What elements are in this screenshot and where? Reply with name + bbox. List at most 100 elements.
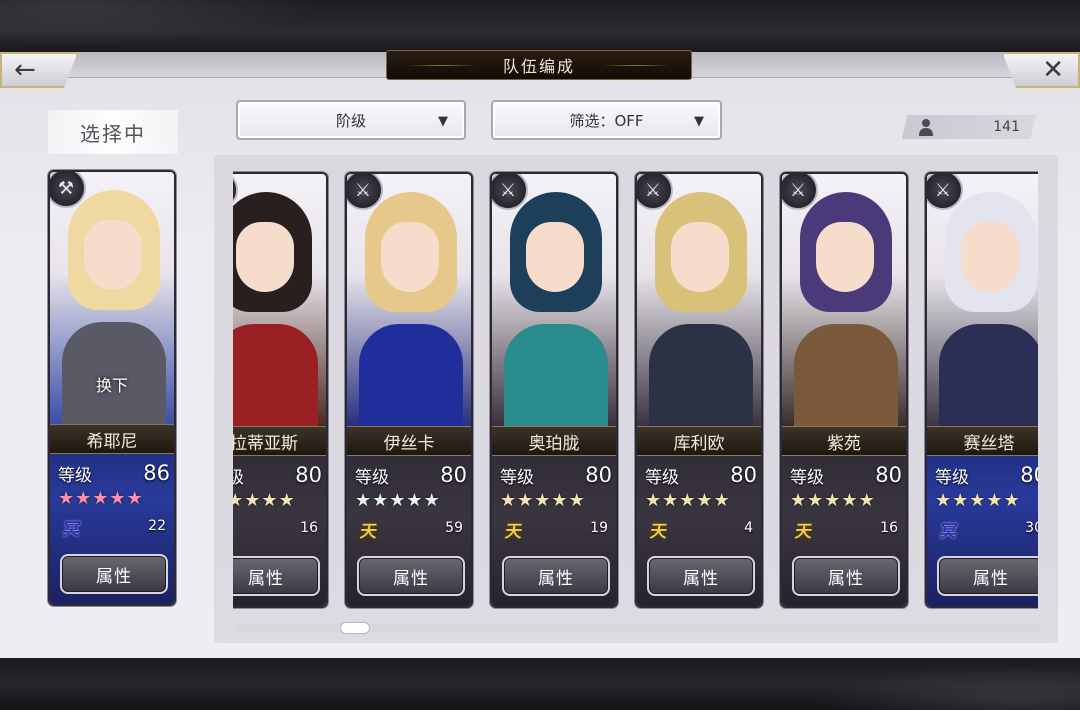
character-card[interactable]: ⚔赛丝塔等级80★★★★★冥30属性 bbox=[925, 172, 1038, 608]
rarity-star-icon: ★ bbox=[261, 490, 278, 511]
rarity-star-icon: ★ bbox=[790, 490, 807, 511]
character-portrait bbox=[492, 174, 616, 434]
rarity-star-icon: ★ bbox=[75, 488, 92, 509]
scrollbar-thumb[interactable] bbox=[340, 622, 370, 634]
level-value: 80 bbox=[440, 463, 467, 487]
filter-dropdown[interactable]: 筛选：OFF ▼ bbox=[491, 100, 722, 140]
level-row: 等级 86 bbox=[58, 460, 170, 486]
rarity-stars: ★★★★★ bbox=[790, 490, 902, 512]
rarity-star-icon: ★ bbox=[662, 490, 679, 511]
attribute-button[interactable]: 属性 bbox=[937, 556, 1038, 596]
level-label: 等级 bbox=[355, 467, 389, 488]
rarity-star-icon: ★ bbox=[109, 488, 126, 509]
rarity-stars: ★★★★★ bbox=[500, 490, 612, 512]
level-label: 等级 bbox=[790, 467, 824, 488]
tier-count: 19 bbox=[590, 520, 608, 536]
attribute-button[interactable]: 属性 bbox=[60, 554, 168, 594]
page-title: 队伍编成 bbox=[502, 57, 575, 76]
character-name: 紫苑 bbox=[782, 426, 906, 456]
level-row: 等级 80 bbox=[233, 462, 322, 488]
attribute-button[interactable]: 属性 bbox=[647, 556, 755, 596]
portrait-face bbox=[816, 222, 874, 292]
level-label: 等级 bbox=[233, 463, 244, 488]
level-value: 80 bbox=[875, 463, 902, 487]
character-card[interactable]: ⚔拉蒂亚斯等级80★★★★★天16属性 bbox=[233, 172, 328, 608]
character-name: 拉蒂亚斯 bbox=[233, 426, 326, 456]
rarity-star-icon: ★ bbox=[1003, 490, 1020, 511]
selected-character-card[interactable]: ⚒ 换下 希耶尼 等级 86 ★ ★ ★ ★ ★ 冥 22 属性 bbox=[48, 170, 176, 606]
unit-count-badge: 141 bbox=[902, 115, 1036, 139]
portrait-face bbox=[84, 220, 142, 290]
rarity-star-icon: ★ bbox=[406, 490, 423, 511]
character-card[interactable]: ⚔ 紫苑 等级 80 ★ ★ ★ ★ ★ 天 16 属性 bbox=[780, 172, 908, 608]
rarity-star-icon: ★ bbox=[841, 490, 858, 511]
level-value: 86 bbox=[143, 461, 170, 485]
character-name: 赛丝塔 bbox=[927, 426, 1038, 456]
rarity-star-icon: ★ bbox=[500, 490, 517, 511]
rarity-star-icon: ★ bbox=[534, 490, 551, 511]
level-label: 等级 bbox=[58, 465, 92, 486]
rarity-star-icon: ★ bbox=[517, 490, 534, 511]
rarity-star-icon: ★ bbox=[244, 490, 261, 511]
rank-sort-dropdown[interactable]: 阶级 ▼ bbox=[236, 100, 466, 140]
tier-badge: 天 bbox=[503, 521, 524, 542]
portrait-face bbox=[236, 222, 294, 292]
rarity-star-icon: ★ bbox=[679, 490, 696, 511]
attribute-button[interactable]: 属性 bbox=[502, 556, 610, 596]
tier-badge: 天 bbox=[358, 521, 379, 542]
portrait-outfit bbox=[233, 324, 318, 434]
rarity-star-icon: ★ bbox=[935, 490, 952, 511]
attribute-button[interactable]: 属性 bbox=[357, 556, 465, 596]
rank-dropdown-label: 阶级 bbox=[335, 111, 366, 130]
portrait-outfit bbox=[504, 324, 608, 434]
tier-count: 16 bbox=[880, 520, 898, 536]
character-name: 伊丝卡 bbox=[347, 426, 471, 456]
tier-count: 4 bbox=[744, 520, 753, 536]
top-ornament-band bbox=[0, 0, 1080, 52]
tier-count: 30 bbox=[1025, 520, 1038, 536]
rarity-star-icon: ★ bbox=[824, 490, 841, 511]
character-name: 奥珀胧 bbox=[492, 426, 616, 456]
tier-badge: 天 bbox=[793, 521, 814, 542]
rarity-star-icon: ★ bbox=[696, 490, 713, 511]
swap-out-label[interactable]: 换下 bbox=[50, 372, 174, 396]
chevron-down-icon: ▼ bbox=[694, 114, 704, 129]
rarity-star-icon: ★ bbox=[969, 490, 986, 511]
level-label: 等级 bbox=[500, 467, 534, 488]
tier-badge: 冥 bbox=[938, 521, 959, 542]
level-row: 等级 80 bbox=[645, 462, 757, 488]
rarity-star-icon: ★ bbox=[278, 490, 295, 511]
character-portrait bbox=[927, 174, 1038, 434]
character-portrait bbox=[347, 174, 471, 434]
rarity-star-icon: ★ bbox=[355, 490, 372, 511]
character-list[interactable]: ⚔拉蒂亚斯等级80★★★★★天16属性⚔伊丝卡等级80★★★★★天59属性⚔奥珀… bbox=[233, 170, 1038, 610]
character-name: 库利欧 bbox=[637, 426, 761, 456]
character-portrait bbox=[782, 174, 906, 434]
character-card[interactable]: ⚔ 库利欧 等级 80 ★ ★ ★ ★ ★ 天 4 属性 bbox=[635, 172, 763, 608]
rarity-star-icon: ★ bbox=[126, 488, 143, 509]
tier-count: 59 bbox=[445, 520, 463, 536]
level-label: 等级 bbox=[645, 467, 679, 488]
filter-dropdown-label: 筛选：OFF bbox=[569, 111, 644, 130]
rarity-stars: ★★★★★ bbox=[355, 490, 467, 512]
level-row: 等级 80 bbox=[935, 462, 1038, 488]
rarity-stars: ★★★★★ bbox=[935, 490, 1038, 512]
rarity-stars: ★★★★★ bbox=[645, 490, 757, 512]
character-card[interactable]: ⚔ 奥珀胧 等级 80 ★ ★ ★ ★ ★ 天 19 属性 bbox=[490, 172, 618, 608]
character-card[interactable]: ⚔ 伊丝卡 等级 80 ★ ★ ★ ★ ★ 天 59 属性 bbox=[345, 172, 473, 608]
rarity-star-icon: ★ bbox=[858, 490, 875, 511]
rarity-star-icon: ★ bbox=[713, 490, 730, 511]
level-value: 80 bbox=[1020, 463, 1038, 487]
level-row: 等级 80 bbox=[500, 462, 612, 488]
level-value: 80 bbox=[295, 463, 322, 487]
rarity-star-icon: ★ bbox=[568, 490, 585, 511]
portrait-outfit bbox=[939, 324, 1038, 434]
tier-count: 16 bbox=[300, 520, 318, 536]
attribute-button[interactable]: 属性 bbox=[233, 556, 320, 596]
bottom-ornament-band bbox=[0, 658, 1080, 710]
attribute-button[interactable]: 属性 bbox=[792, 556, 900, 596]
rarity-star-icon: ★ bbox=[423, 490, 440, 511]
back-arrow-icon: ← bbox=[14, 55, 36, 85]
rarity-star-icon: ★ bbox=[92, 488, 109, 509]
rarity-star-icon: ★ bbox=[952, 490, 969, 511]
